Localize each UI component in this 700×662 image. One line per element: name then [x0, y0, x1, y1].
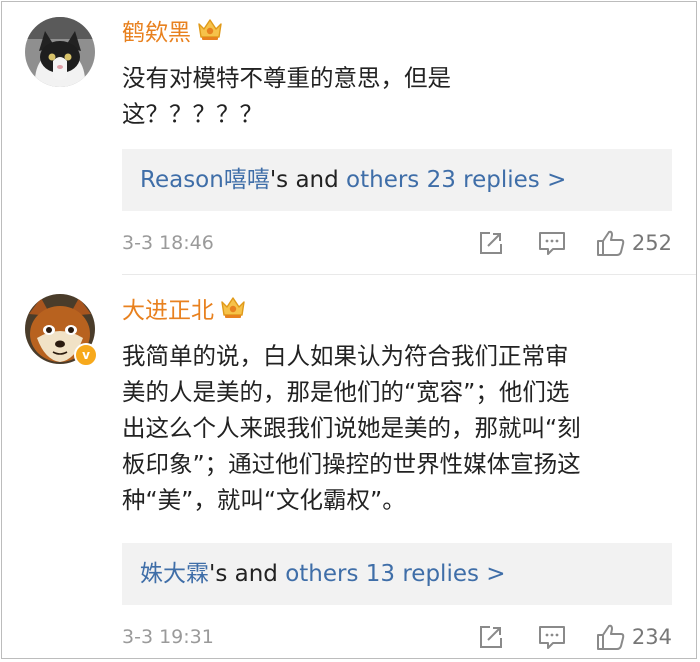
like-button[interactable]: 252: [596, 229, 672, 257]
comment-list: 鹤欸黑 没有对模特不尊重的意思，但是 这？？？？？ Reason嘻嘻's and…: [1, 1, 697, 659]
comment-icon: [538, 626, 565, 649]
username[interactable]: 大进正北: [122, 295, 246, 327]
comment-text: 我简单的说，白人如果认为符合我们正常审 美的人是美的，那是他们的“宽容”；他们选…: [122, 342, 581, 514]
comment-button[interactable]: [538, 624, 566, 650]
comment-meta: 3-3 18:46 252: [122, 228, 672, 258]
share-icon: [479, 232, 502, 254]
replies-connector: 's and: [269, 167, 347, 193]
crown-badge-icon: [197, 17, 223, 49]
cat-avatar-icon: [25, 17, 95, 87]
username[interactable]: 鹤欸黑: [122, 17, 223, 49]
avatar[interactable]: [25, 17, 95, 87]
like-count: 252: [631, 231, 672, 255]
replies-connector: 's and: [209, 561, 286, 587]
more-replies-link[interactable]: others 13 replies >: [285, 561, 505, 587]
replies-link[interactable]: Reason嘻嘻's and others 23 replies >: [122, 149, 672, 211]
timestamp: 3-3 18:46: [122, 232, 214, 254]
like-count: 234: [631, 625, 672, 649]
verified-badge-icon: v: [74, 343, 98, 367]
replies-link[interactable]: 姝大霖's and others 13 replies >: [122, 543, 672, 605]
comment-icon: [538, 232, 565, 255]
crown-badge-icon: [220, 295, 246, 327]
username-label: 大进正北: [122, 298, 214, 324]
timestamp: 3-3 19:31: [122, 626, 214, 648]
share-button[interactable]: [478, 624, 504, 650]
thumbs-up-icon: [596, 230, 625, 256]
share-icon: [479, 626, 502, 648]
thumbs-up-icon: [596, 624, 625, 650]
share-button[interactable]: [478, 230, 504, 256]
comment-text: 没有对模特不尊重的意思，但是 这？？？？？: [122, 64, 451, 128]
comment-item: v 大进正北 我简单的说，白人如果认为符合我们正常审 美的人是美的，那是他们的“…: [2, 275, 696, 658]
comment-button[interactable]: [538, 230, 566, 256]
like-button[interactable]: 234: [596, 623, 672, 651]
comment-item: 鹤欸黑 没有对模特不尊重的意思，但是 这？？？？？ Reason嘻嘻's and…: [2, 2, 696, 274]
comment-meta: 3-3 19:31 234: [122, 622, 672, 652]
reply-user-link[interactable]: 姝大霖: [140, 561, 209, 587]
more-replies-link[interactable]: others 23 replies >: [346, 167, 566, 193]
reply-user-link[interactable]: Reason嘻嘻: [140, 167, 270, 193]
username-label: 鹤欸黑: [122, 20, 191, 46]
